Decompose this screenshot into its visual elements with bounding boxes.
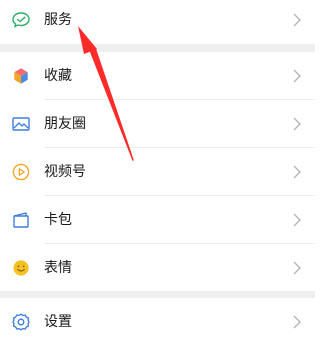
menu-item-label: 卡包 xyxy=(44,212,72,228)
wallet-icon xyxy=(11,210,31,230)
gear-icon xyxy=(11,312,31,332)
chevron-right-icon xyxy=(293,13,301,27)
menu-item-stickers[interactable]: 表情 xyxy=(0,244,315,292)
menu-item-label: 服务 xyxy=(44,12,72,28)
menu-item-channels[interactable]: 视频号 xyxy=(0,148,315,196)
chevron-right-icon xyxy=(293,165,301,179)
menu-item-label: 收藏 xyxy=(44,68,72,84)
chevron-right-icon xyxy=(293,213,301,227)
chevron-right-icon xyxy=(293,117,301,131)
play-icon xyxy=(11,162,31,182)
smiley-icon xyxy=(11,258,31,278)
section-gap xyxy=(0,44,315,52)
menu-item-label: 朋友圈 xyxy=(44,116,86,132)
menu-item-moments[interactable]: 朋友圈 xyxy=(0,100,315,148)
wechat-pay-icon xyxy=(11,10,31,30)
menu-item-label: 设置 xyxy=(44,314,72,330)
chevron-right-icon xyxy=(293,69,301,83)
menu-item-services[interactable]: 服务 xyxy=(0,0,315,44)
menu-item-label: 表情 xyxy=(44,260,72,276)
me-tab-menu: 服务 收藏 朋友圈 视频号 卡包 表情 设置 xyxy=(0,0,315,345)
chevron-right-icon xyxy=(293,261,301,275)
menu-item-settings[interactable]: 设置 xyxy=(0,298,315,345)
menu-item-favorites[interactable]: 收藏 xyxy=(0,52,315,100)
menu-item-label: 视频号 xyxy=(44,164,86,180)
chevron-right-icon xyxy=(293,315,301,329)
menu-item-cards[interactable]: 卡包 xyxy=(0,196,315,244)
cube-icon xyxy=(11,66,31,86)
picture-icon xyxy=(11,114,31,134)
